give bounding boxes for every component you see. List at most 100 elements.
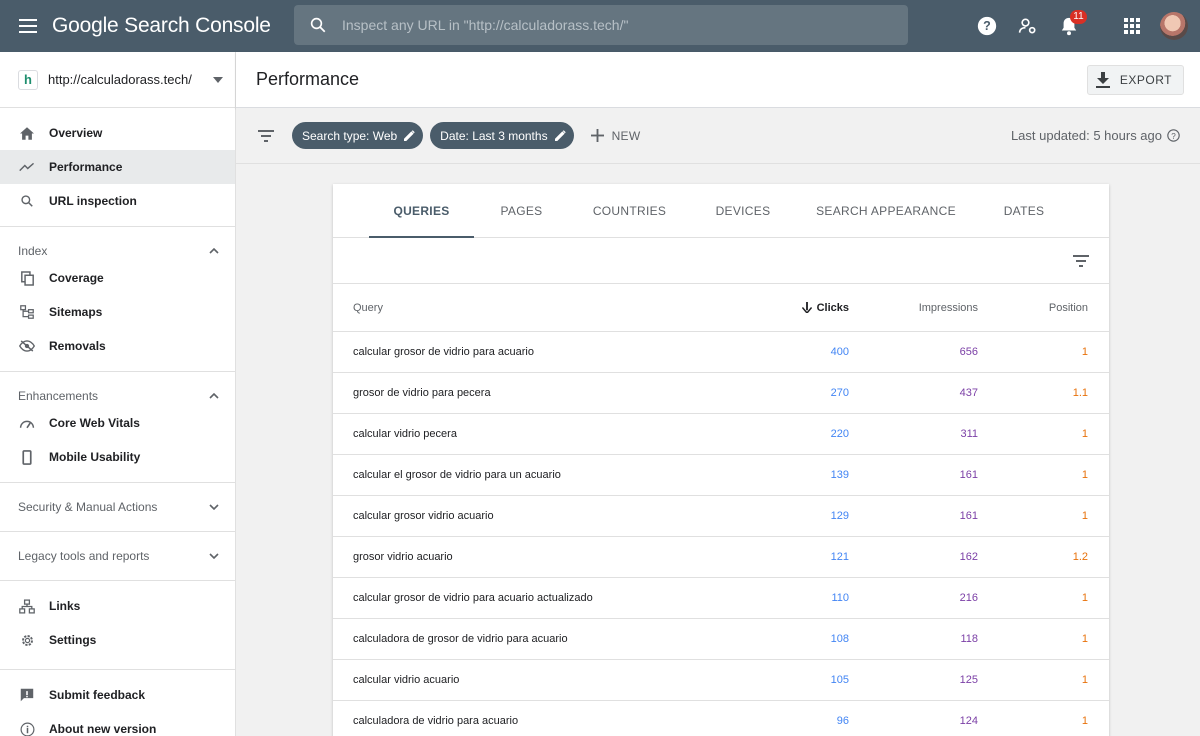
- table-row[interactable]: calculadora de vidrio para acuario 96 124 1: [333, 701, 1109, 736]
- app-logo[interactable]: Google Search Console: [52, 14, 271, 38]
- date-range-chip[interactable]: Date: Last 3 months: [430, 122, 574, 149]
- chevron-up-icon: [209, 393, 219, 399]
- table-row[interactable]: calculadora de grosor de vidrio para acu…: [333, 619, 1109, 660]
- section-security-header[interactable]: Security & Manual Actions: [0, 483, 235, 531]
- url-inspect-search[interactable]: [294, 5, 908, 45]
- column-header-query[interactable]: Query: [333, 302, 753, 314]
- help-outline-icon[interactable]: ?: [1167, 129, 1180, 142]
- sidebar-item-settings[interactable]: Settings: [0, 623, 235, 657]
- clicks-cell: 139: [830, 469, 849, 481]
- table-row[interactable]: grosor vidrio acuario 121 162 1.2: [333, 537, 1109, 578]
- sidebar-item-submit-feedback[interactable]: Submit feedback: [0, 678, 235, 712]
- tab-pages[interactable]: PAGES: [474, 184, 569, 237]
- clicks-cell: 270: [830, 387, 849, 399]
- notifications-button[interactable]: 11: [1048, 0, 1089, 52]
- home-icon: [18, 124, 36, 142]
- tab-queries[interactable]: QUERIES: [369, 184, 474, 238]
- position-cell: 1: [1081, 592, 1088, 604]
- gear-icon: [18, 631, 36, 649]
- query-cell: grosor vidrio acuario: [353, 551, 453, 563]
- impressions-cell: 162: [959, 551, 978, 563]
- apps-button[interactable]: [1111, 0, 1152, 52]
- tab-devices[interactable]: DEVICES: [690, 184, 796, 237]
- impressions-cell: 161: [959, 469, 978, 481]
- impressions-cell: 216: [959, 592, 978, 604]
- download-icon: [1095, 71, 1110, 88]
- sidebar-item-label: Links: [49, 599, 81, 613]
- position-cell: 1: [1081, 469, 1088, 481]
- table-row[interactable]: calcular el grosor de vidrio para un acu…: [333, 455, 1109, 496]
- sidebar-item-coverage[interactable]: Coverage: [0, 261, 235, 295]
- help-button[interactable]: ?: [966, 0, 1007, 52]
- query-cell: calcular el grosor de vidrio para un acu…: [353, 469, 561, 481]
- position-cell: 1: [1081, 674, 1088, 686]
- sidebar-item-sitemaps[interactable]: Sitemaps: [0, 295, 235, 329]
- table-row[interactable]: calcular vidrio acuario 105 125 1: [333, 660, 1109, 701]
- sidebar-item-label: Overview: [49, 126, 103, 140]
- filter-bar: Search type: Web Date: Last 3 months NEW…: [236, 108, 1200, 164]
- manage-accounts-icon: [1018, 18, 1035, 34]
- info-icon: [18, 720, 36, 736]
- query-cell: calcular grosor vidrio acuario: [353, 510, 494, 522]
- filter-button[interactable]: [240, 129, 292, 142]
- property-url: http://calculadorass.tech/: [48, 72, 192, 87]
- column-header-position[interactable]: Position: [978, 302, 1088, 314]
- sidebar-item-url-inspection[interactable]: URL inspection: [0, 184, 235, 218]
- property-selector[interactable]: h http://calculadorass.tech/: [0, 52, 235, 108]
- edit-pencil-icon: [554, 130, 566, 141]
- clicks-cell: 96: [836, 715, 849, 727]
- query-cell: calculadora de vidrio para acuario: [353, 715, 519, 727]
- hamburger-icon: [19, 19, 37, 33]
- tab-dates[interactable]: DATES: [976, 184, 1072, 237]
- sidebar-item-mobile-usability[interactable]: Mobile Usability: [0, 440, 235, 474]
- filter-list-icon: [258, 129, 274, 142]
- user-avatar[interactable]: [1160, 12, 1188, 40]
- tab-search-appearance[interactable]: SEARCH APPEARANCE: [796, 184, 976, 237]
- svg-text:?: ?: [983, 19, 991, 33]
- sidebar-item-performance[interactable]: Performance: [0, 150, 235, 184]
- query-cell: calcular grosor de vidrio para acuario: [353, 346, 534, 358]
- new-filter-button[interactable]: NEW: [590, 128, 641, 143]
- sidebar-item-label: About new version: [49, 722, 157, 736]
- sidebar-item-label: Core Web Vitals: [49, 416, 140, 430]
- clicks-cell: 110: [831, 592, 849, 604]
- table-row[interactable]: calcular grosor de vidrio para acuario a…: [333, 578, 1109, 619]
- export-button[interactable]: EXPORT: [1086, 64, 1184, 95]
- top-app-bar: Google Search Console ? 11: [0, 0, 1200, 52]
- table-row[interactable]: calcular grosor de vidrio para acuario 40…: [333, 332, 1109, 373]
- sidebar-item-label: Settings: [49, 633, 97, 647]
- section-title: Legacy tools and reports: [18, 549, 150, 563]
- impressions-cell: 311: [960, 428, 978, 440]
- table-toolbar: [333, 238, 1109, 284]
- export-label: EXPORT: [1119, 72, 1172, 87]
- sidebar-item-label: Coverage: [49, 271, 104, 285]
- position-cell: 1: [1081, 346, 1088, 358]
- table-row[interactable]: grosor de vidrio para pecera 270 437 1.1: [333, 373, 1109, 414]
- column-header-clicks[interactable]: Clicks: [753, 302, 849, 314]
- account-settings-button[interactable]: [1007, 0, 1048, 52]
- sidebar-item-about-new-version[interactable]: About new version: [0, 712, 235, 736]
- sidebar-item-removals[interactable]: Removals: [0, 329, 235, 363]
- column-header-impressions[interactable]: Impressions: [849, 302, 978, 314]
- sidebar-item-overview[interactable]: Overview: [0, 116, 235, 150]
- query-cell: calcular grosor de vidrio para acuario a…: [353, 592, 593, 604]
- table-row[interactable]: calcular vidrio pecera 220 311 1: [333, 414, 1109, 455]
- notification-badge: 11: [1070, 10, 1087, 24]
- tab-countries[interactable]: COUNTRIES: [569, 184, 690, 237]
- new-label: NEW: [611, 128, 641, 143]
- table-header: Query Clicks Impressions Position: [333, 284, 1109, 332]
- apps-grid-icon: [1123, 18, 1140, 34]
- search-type-chip[interactable]: Search type: Web: [292, 122, 424, 149]
- query-cell: calculadora de grosor de vidrio para acu…: [353, 633, 568, 645]
- impressions-cell: 437: [959, 387, 978, 399]
- clicks-cell: 220: [830, 428, 849, 440]
- chevron-down-icon: [209, 504, 219, 510]
- search-input[interactable]: [342, 17, 882, 33]
- filter-rows-icon[interactable]: [1073, 254, 1089, 267]
- sidebar-item-core-web-vitals[interactable]: Core Web Vitals: [0, 406, 235, 440]
- table-row[interactable]: calcular grosor vidrio acuario 129 161 1: [333, 496, 1109, 537]
- section-legacy-header[interactable]: Legacy tools and reports: [0, 532, 235, 580]
- table-body: calcular grosor de vidrio para acuario 40…: [333, 332, 1109, 736]
- main-menu-button[interactable]: [0, 0, 56, 52]
- sidebar-item-links[interactable]: Links: [0, 589, 235, 623]
